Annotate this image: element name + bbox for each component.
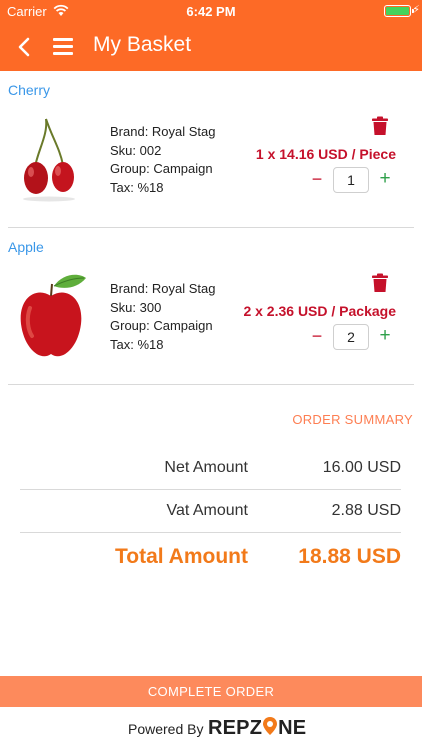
- product-name[interactable]: Apple: [8, 239, 44, 255]
- item-price: 2 x 2.36 USD / Package: [243, 303, 396, 319]
- increase-button[interactable]: +: [375, 167, 395, 193]
- back-icon[interactable]: [14, 35, 36, 59]
- quantity-stepper: − 1 +: [308, 167, 398, 193]
- order-summary-heading: ORDER SUMMARY: [292, 412, 413, 427]
- trash-icon[interactable]: [371, 116, 389, 136]
- brand-text: Brand: Royal Stag: [110, 124, 216, 139]
- basket-item-apple: Apple Brand: Royal Stag Sku: 300 Group: …: [0, 228, 422, 385]
- sku-text: Sku: 300: [110, 299, 162, 315]
- vat-amount-label: Vat Amount: [166, 502, 248, 519]
- decrease-button[interactable]: −: [308, 324, 326, 350]
- page-title: My Basket: [93, 33, 192, 56]
- product-details: Brand: Royal Stag Sku: 002 Group: Campai…: [110, 123, 216, 197]
- cherry-image: [23, 118, 75, 202]
- vat-amount-row: Vat Amount 2.88 USD: [20, 490, 401, 533]
- product-name[interactable]: Cherry: [8, 82, 50, 98]
- complete-order-button[interactable]: COMPLETE ORDER: [0, 676, 422, 707]
- net-amount-label: Net Amount: [164, 459, 248, 476]
- status-bar: Carrier 6:42 PM ⚡: [0, 0, 422, 22]
- tax-text: Tax: %18: [110, 336, 164, 352]
- total-amount-row: Total Amount 18.88 USD: [20, 535, 401, 578]
- brand-text: Brand: Royal Stag: [110, 281, 216, 296]
- product-details: Brand: Royal Stag Sku: 300 Group: Campai…: [110, 280, 216, 354]
- quantity-stepper: − 2 +: [308, 324, 398, 350]
- repzone-logo: REPZ NE: [208, 717, 307, 739]
- decrease-button[interactable]: −: [308, 167, 326, 193]
- nav-bar: My Basket: [0, 22, 422, 71]
- quantity-input[interactable]: 2: [333, 324, 369, 350]
- increase-button[interactable]: +: [375, 324, 395, 350]
- divider: [8, 384, 414, 385]
- location-pin-icon: [263, 717, 278, 735]
- vat-amount-value: 2.88 USD: [331, 502, 401, 519]
- basket-item-cherry: Cherry Brand: Royal Stag Sku: 002 Group:…: [0, 71, 422, 228]
- menu-icon[interactable]: [53, 38, 75, 55]
- group-text: Group: Campaign: [110, 318, 213, 333]
- trash-icon[interactable]: [371, 273, 389, 293]
- powered-by-text: Powered By: [128, 721, 204, 737]
- sku-text: Sku: 002: [110, 142, 162, 158]
- total-amount-label: Total Amount: [115, 545, 248, 568]
- item-price: 1 x 14.16 USD / Piece: [255, 146, 396, 162]
- charging-icon: ⚡: [412, 4, 420, 16]
- total-amount-value: 18.88 USD: [298, 545, 401, 568]
- net-amount-value: 16.00 USD: [322, 459, 401, 476]
- quantity-input[interactable]: 1: [333, 167, 369, 193]
- group-text: Group: Campaign: [110, 161, 213, 176]
- footer: Powered By REPZ NE: [0, 707, 422, 750]
- battery-icon: [384, 5, 414, 17]
- clock: 6:42 PM: [186, 4, 236, 19]
- tax-text: Tax: %18: [110, 179, 164, 195]
- apple-image: [20, 274, 86, 357]
- net-amount-row: Net Amount 16.00 USD: [20, 447, 401, 490]
